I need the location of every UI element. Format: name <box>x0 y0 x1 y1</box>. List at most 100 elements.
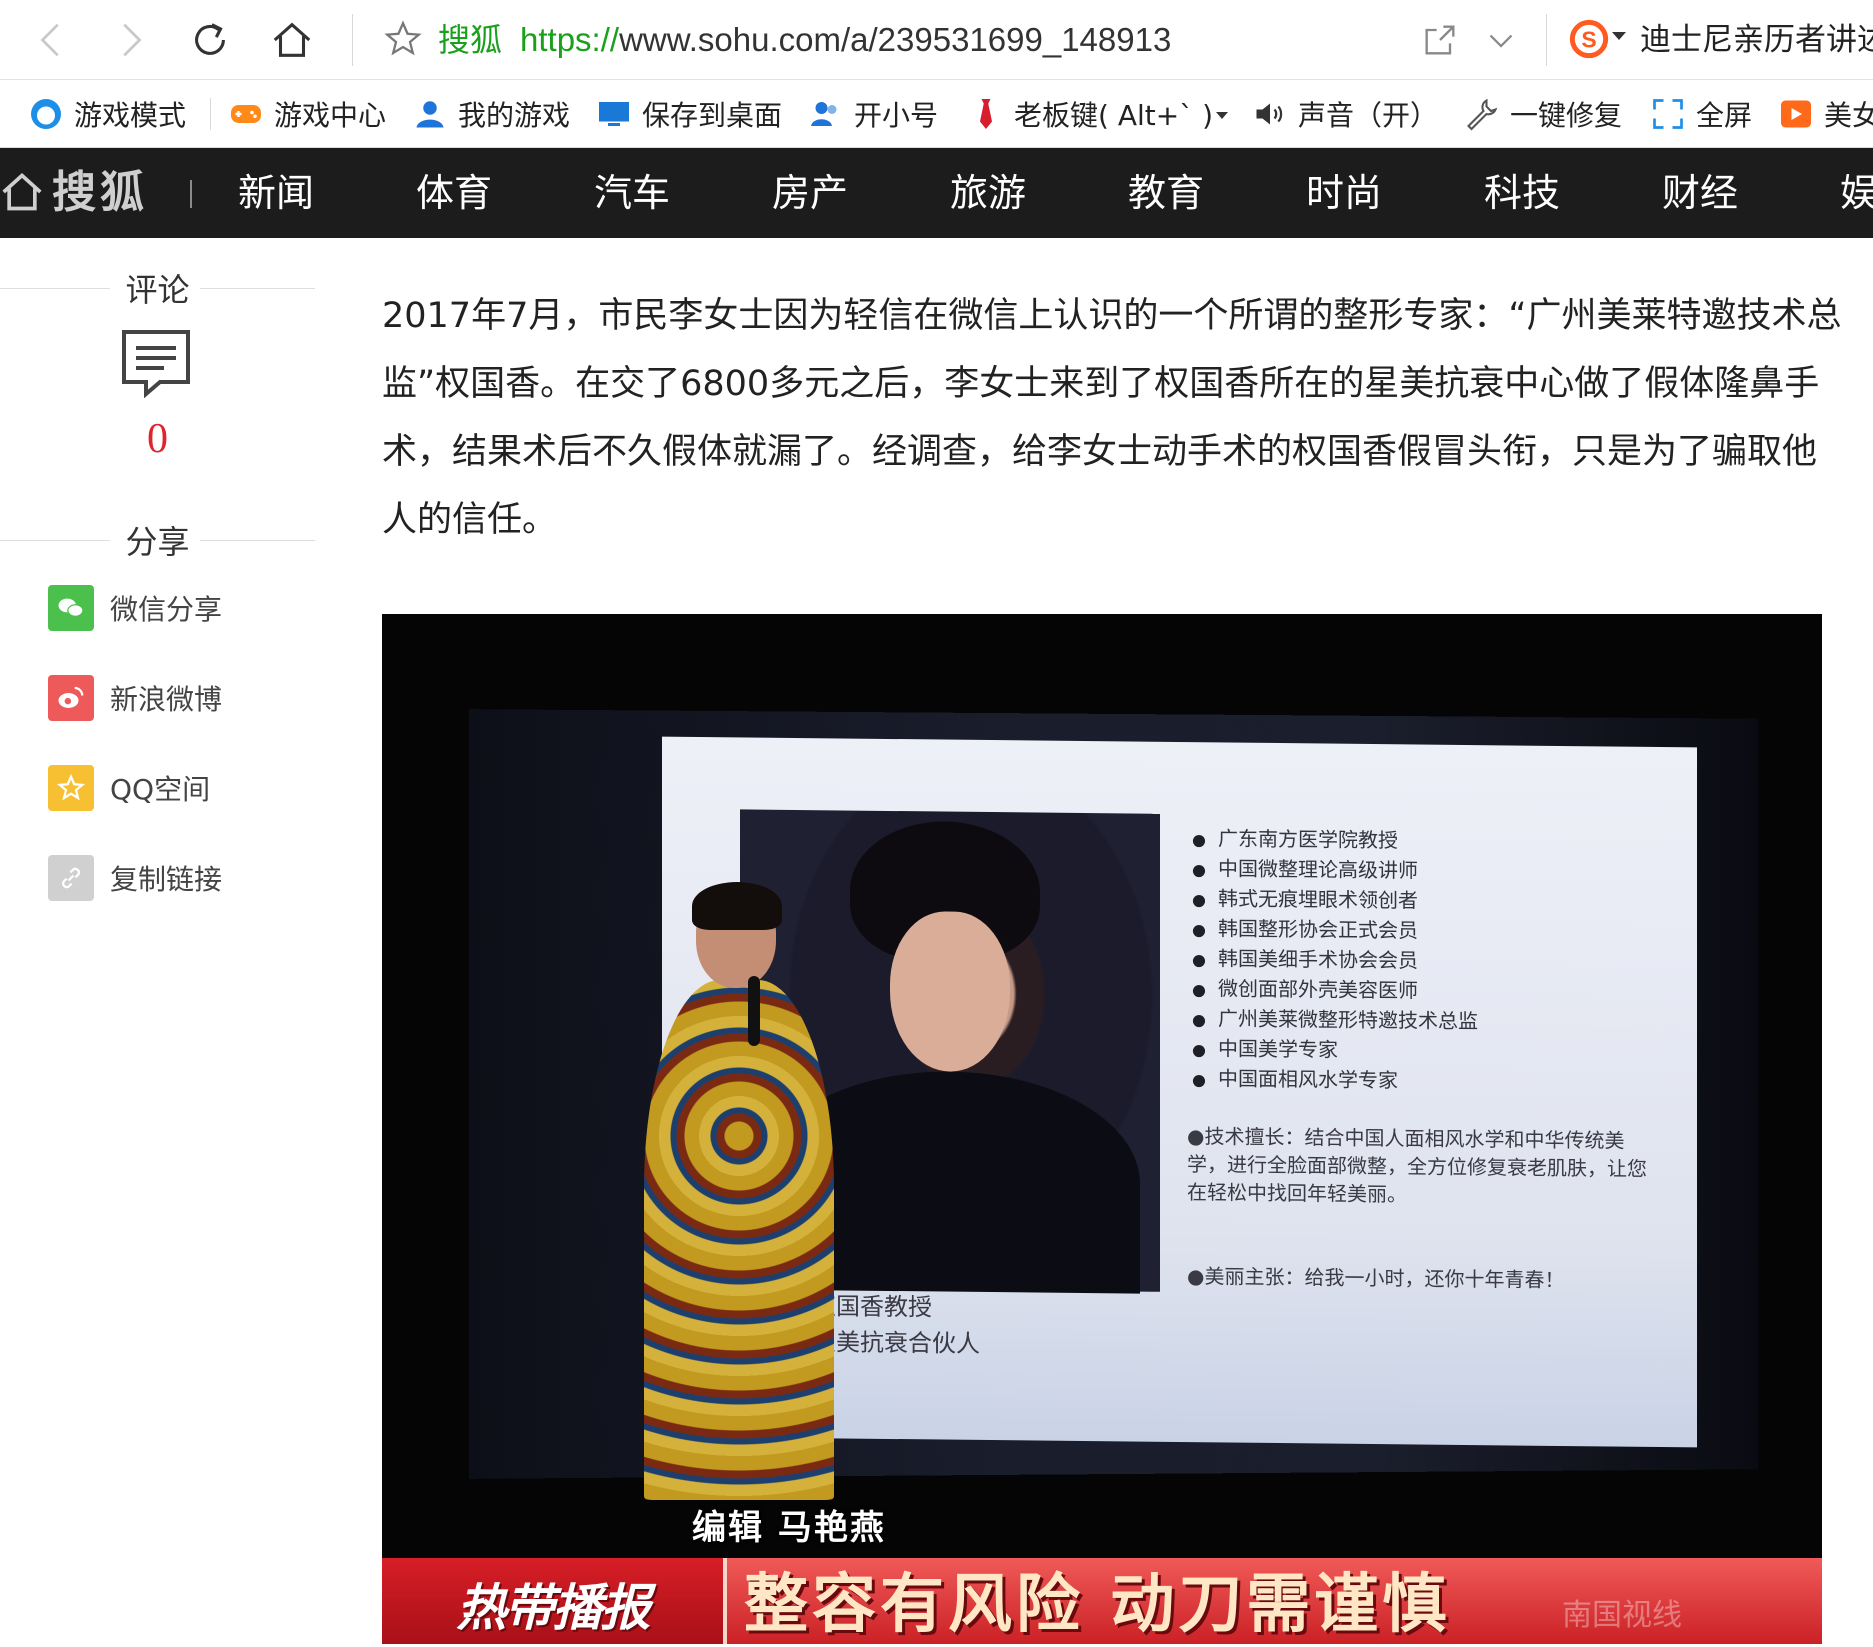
portrait-caption: 权国香教授 星美抗衰合伙人 <box>812 1288 1012 1400</box>
watermark-text: 南国视线 <box>1562 1598 1682 1633</box>
microphone-icon <box>748 976 760 1046</box>
speaker-hair <box>692 882 782 930</box>
comment-section-header: 评论 <box>0 270 315 310</box>
bookmark-label: 游戏中心 <box>274 99 387 132</box>
reload-button[interactable] <box>180 10 240 70</box>
news-ticker-bar: 热带播报 整容有风险 动刀需谨慎 南国视线 <box>382 1558 1822 1644</box>
home-button[interactable] <box>262 10 322 70</box>
nav-item-auto[interactable]: 汽车 <box>594 168 670 218</box>
bookmark-game-mode[interactable]: 游戏模式 <box>28 92 186 136</box>
slide-bullet: 微创面部外壳美容医师 <box>1192 974 1662 1009</box>
header-rule <box>200 288 315 289</box>
toolbar-divider <box>1546 14 1547 66</box>
nav-item-entertainment[interactable]: 娱 <box>1840 168 1873 218</box>
nav-item-finance[interactable]: 财经 <box>1662 168 1738 218</box>
nav-item-house[interactable]: 房产 <box>772 168 848 218</box>
comment-icon[interactable] <box>120 328 192 398</box>
header-rule <box>200 540 315 541</box>
bookmark-fullscreen[interactable]: 全屏 <box>1650 92 1752 136</box>
caption-title: 权国香教授 <box>812 1292 932 1322</box>
nav-item-education[interactable]: 教育 <box>1128 168 1204 218</box>
url-input[interactable]: https://www.sohu.com/a/239531699_148913 <box>520 20 1171 60</box>
share-label: QQ空间 <box>110 773 211 806</box>
bookmark-boss-key[interactable]: 老板键( Alt+` ) <box>968 92 1213 136</box>
bookmark-label: 一键修复 <box>1510 99 1623 132</box>
bookmark-star-icon[interactable] <box>382 18 424 60</box>
forward-button[interactable] <box>100 10 160 70</box>
slide-bullet: 韩式无痕埋眼术领创者 <box>1192 884 1662 919</box>
ticker-headline: 整容有风险 动刀需谨慎 <box>744 1568 1451 1642</box>
editor-subtitle: 编辑 马艳燕 <box>692 1508 886 1548</box>
browser-address-bar: 搜狐 https://www.sohu.com/a/239531699_1489… <box>0 0 1873 80</box>
share-page-icon[interactable] <box>1420 20 1460 60</box>
bookmark-game-center[interactable]: 游戏中心 <box>228 92 386 136</box>
nav-item-travel[interactable]: 旅游 <box>950 168 1026 218</box>
bookmark-beauty[interactable]: 美女 <box>1778 92 1873 136</box>
sohu-logo[interactable]: 搜狐 <box>52 168 148 218</box>
reload-icon <box>195 23 225 55</box>
caption-subtitle: 星美抗衰合伙人 <box>812 1328 980 1358</box>
sogou-search-icon[interactable]: S <box>1566 16 1612 62</box>
share-label: 新浪微博 <box>110 683 223 716</box>
speaker-dress <box>644 980 834 1500</box>
logo-divider <box>190 180 192 208</box>
bookmark-label: 声音（开） <box>1298 99 1439 132</box>
share-label: 复制链接 <box>110 863 223 896</box>
gamepad-icon <box>231 105 261 123</box>
back-button[interactable] <box>22 10 82 70</box>
play-icon <box>1781 100 1811 128</box>
comment-count[interactable]: 0 <box>0 414 315 464</box>
portrait-face <box>890 910 1010 1073</box>
bookmark-my-games[interactable]: 我的游戏 <box>412 92 570 136</box>
url-path: www.sohu.com/a/239531699_148913 <box>619 21 1172 58</box>
back-arrow-icon <box>40 23 59 57</box>
share-copy-link[interactable]: 复制链接 <box>48 854 222 902</box>
bookmark-alt-account[interactable]: 开小号 <box>808 92 938 136</box>
bookmark-label: 游戏模式 <box>74 99 187 132</box>
bookmark-one-click-repair[interactable]: 一键修复 <box>1464 92 1622 136</box>
slide-slogan-text: ●美丽主张：给我一小时，还你十年青春！ <box>1187 1264 1565 1293</box>
nav-item-tech[interactable]: 科技 <box>1484 168 1560 218</box>
boss-key-dropdown-icon[interactable] <box>1216 112 1228 119</box>
article-photo[interactable]: 权国香教授 星美抗衰合伙人 广东南方医学院教授 中国微整理论高级讲师 韩式无痕埋… <box>382 614 1822 1644</box>
slide-bullet: 韩国整形协会正式会员 <box>1192 914 1662 949</box>
sohu-home-icon[interactable] <box>0 170 44 214</box>
bookmark-label: 开小号 <box>854 99 939 132</box>
share-section-header: 分享 <box>0 522 315 562</box>
comment-title: 评论 <box>125 271 190 309</box>
qzone-star-icon <box>48 765 94 811</box>
speaker-icon <box>1256 103 1283 125</box>
nav-item-sports[interactable]: 体育 <box>416 168 492 218</box>
url-scheme: https:// <box>520 21 620 58</box>
slide-bullet: 广东南方医学院教授 <box>1192 824 1662 859</box>
slide-bullet: 广州美莱微整形特邀技术总监 <box>1192 1004 1662 1039</box>
search-input[interactable]: 迪士尼亲历者讲述 <box>1640 20 1873 60</box>
chevron-down-icon[interactable] <box>1483 22 1519 58</box>
bookmarks-bar: 游戏模式 游戏中心 我的游戏 保存到桌面 开小号 老板键( Alt+` ) 声音… <box>0 80 1873 148</box>
bookmark-save-desktop[interactable]: 保存到桌面 <box>596 92 782 136</box>
sohu-channel-nav: 搜狐 新闻 体育 汽车 房产 旅游 教育 时尚 科技 财经 娱 <box>0 148 1873 238</box>
search-engine-dropdown-icon[interactable] <box>1612 32 1626 40</box>
slide-bullet: 韩国美细手术协会会员 <box>1192 944 1662 979</box>
wrench-icon <box>1467 98 1498 131</box>
home-icon <box>273 22 311 57</box>
slide-bullet: 中国面相风水学专家 <box>1192 1064 1662 1099</box>
share-qzone[interactable]: QQ空间 <box>48 764 210 812</box>
speaker-figure <box>644 882 834 1500</box>
share-title: 分享 <box>125 523 190 561</box>
link-icon <box>48 855 94 901</box>
slide-bullet: 中国微整理论高级讲师 <box>1192 854 1662 889</box>
toolbar-divider <box>352 14 353 66</box>
user-icon <box>416 101 444 128</box>
article-paragraph: 2017年7月，市民李女士因为轻信在微信上认识的一个所谓的整形专家：“广州美莱特… <box>382 296 1842 540</box>
bookmark-sound[interactable]: 声音（开） <box>1252 92 1438 136</box>
nav-item-news[interactable]: 新闻 <box>238 168 314 218</box>
necktie-icon <box>980 99 992 129</box>
nav-item-fashion[interactable]: 时尚 <box>1306 168 1382 218</box>
svg-text:S: S <box>1581 27 1596 53</box>
slide-bullet-list: 广东南方医学院教授 中国微整理论高级讲师 韩式无痕埋眼术领创者 韩国整形协会正式… <box>1192 824 1662 1099</box>
bookmark-divider <box>210 98 211 130</box>
program-logo-text: 热带播报 <box>456 1579 651 1637</box>
share-wechat[interactable]: 微信分享 <box>48 584 222 632</box>
share-weibo[interactable]: 新浪微博 <box>48 674 222 722</box>
